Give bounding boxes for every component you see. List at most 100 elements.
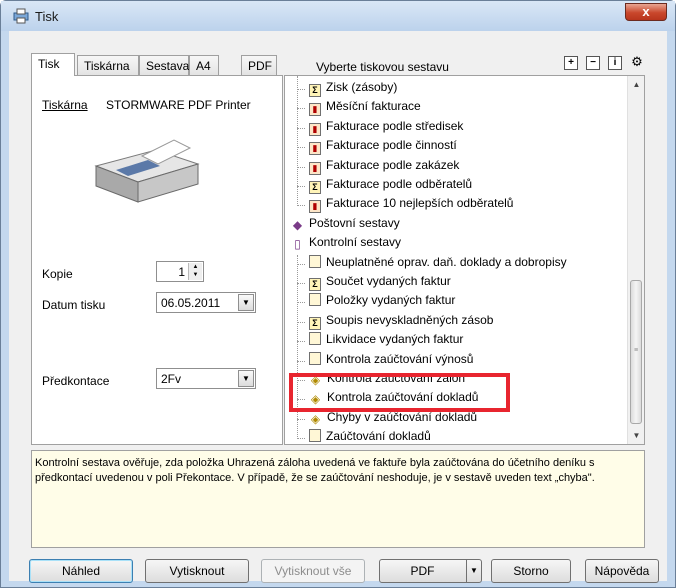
tree-item[interactable]: Zaúčtování dokladů (309, 429, 431, 444)
tab-tiskarna[interactable]: Tiskárna (77, 55, 139, 75)
book-icon: ◆ (292, 217, 303, 232)
tree-connector (297, 418, 305, 420)
window-title: Tisk (35, 9, 59, 24)
tree-item-label: Měsíční fakturace (326, 99, 421, 114)
info-icon[interactable]: i (608, 56, 622, 70)
chevron-down-icon[interactable]: ▼ (466, 560, 481, 582)
tree-connector (297, 166, 305, 168)
tree-connector (297, 205, 305, 207)
tree-item[interactable]: Σ Zisk (zásoby) (309, 80, 397, 98)
collapse-icon[interactable]: − (586, 56, 600, 70)
print-all-button[interactable]: Vytisknout vše (261, 559, 365, 583)
tree-item-label: Fakturace podle činností (326, 138, 457, 153)
chevron-down-icon[interactable]: ▼ (238, 370, 254, 387)
tab-tisk[interactable]: Tisk (31, 53, 75, 76)
copies-label: Kopie (42, 267, 73, 281)
tree-item-label: Položky vydaných faktur (326, 293, 456, 308)
scroll-thumb[interactable]: ≡ (630, 280, 642, 424)
document-icon (309, 254, 321, 268)
tree-item[interactable]: Neuplatněné oprav. daň. doklady a dobrop… (309, 254, 567, 273)
copies-stepper[interactable]: 1 ▲ ▼ (156, 261, 204, 282)
tree-item-label: Neuplatněné oprav. daň. doklady a dobrop… (326, 254, 567, 269)
tree-item-label: Zisk (zásoby) (326, 80, 398, 94)
tree-item-label: Fakturace podle středisek (326, 118, 464, 133)
help-button[interactable]: Nápověda (585, 559, 659, 583)
tree-item[interactable]: ▮ Fakturace podle činností (309, 138, 457, 156)
tab-sestava[interactable]: Sestava (139, 55, 189, 75)
tree-connector (297, 76, 298, 207)
preview-button[interactable]: Náhled (29, 559, 133, 583)
tree-item-label: Likvidace vydaných faktur (326, 332, 464, 347)
tree-item[interactable]: Kontrola zaúčtování výnosů (309, 351, 474, 370)
tree-item[interactable]: ◈ Chyby v zaúčtování dokladů (309, 410, 477, 428)
print-dialog-window: Tisk x Tisk Tiskárna Sestava A4 PDF Vybe… (0, 0, 676, 588)
tree-connector (297, 302, 305, 304)
tree-connector (297, 438, 305, 440)
chart-report-icon: ▮ (309, 161, 321, 175)
tree-item-label: Součet vydaných faktur (326, 274, 451, 288)
report-section-label: Vyberte tiskovou sestavu (316, 60, 449, 74)
tree-item[interactable]: Položky vydaných faktur (309, 293, 455, 311)
tree-connector (297, 360, 305, 362)
print-date-combo[interactable]: 06.05.2011 ▼ (156, 292, 256, 313)
tree-item-label: Zaúčtování dokladů (326, 429, 431, 444)
tree-item-label: Soupis nevyskladněných zásob (326, 312, 494, 327)
tree-item[interactable]: Σ Soupis nevyskladněných zásob (309, 313, 493, 331)
tree-scrollbar[interactable]: ▲ ≡ ▼ (627, 76, 644, 444)
tree-item[interactable]: ▮ Fakturace 10 nejlepších odběratelů (309, 196, 513, 214)
chevron-down-icon[interactable]: ▼ (238, 294, 254, 311)
tree-connector (297, 147, 305, 149)
sum-report-icon: Σ (309, 181, 321, 194)
tab-a4[interactable]: A4 (189, 55, 219, 75)
tree-connector (297, 89, 305, 90)
open-book-icon: ▯ (294, 237, 301, 252)
expand-icon[interactable]: + (564, 56, 578, 70)
scroll-up-icon[interactable]: ▲ (628, 76, 644, 93)
print-settings-panel: Tiskárna STORMWARE PDF Printer Kopie 1 ▲… (31, 75, 283, 445)
tab-pdf[interactable]: PDF (241, 55, 277, 75)
document-icon (309, 293, 321, 307)
stepper-arrows-icon[interactable]: ▲ ▼ (188, 263, 202, 280)
pdf-button[interactable]: PDF ▼ (379, 559, 482, 583)
dialog-body: Tisk Tiskárna Sestava A4 PDF Vyberte tis… (9, 31, 667, 583)
tree-connector (297, 127, 305, 129)
tree-item[interactable]: Σ Součet vydaných faktur (309, 274, 451, 292)
tree-item-label: Kontrolní sestavy (309, 235, 402, 250)
print-date-label: Datum tisku (42, 298, 106, 312)
document-icon (309, 332, 321, 346)
tree-connector (297, 283, 305, 284)
chart-report-icon: ▮ (309, 122, 321, 136)
selection-highlight-frame (289, 373, 510, 412)
chart-report-icon: ▮ (309, 200, 321, 214)
printer-app-icon (13, 8, 29, 24)
tree-item-label: Kontrola zaúčtování výnosů (326, 351, 474, 366)
sum-report-icon: Σ (309, 316, 321, 330)
tree-item[interactable]: ▮ Měsíční fakturace (309, 99, 421, 117)
sum-report-icon: Σ (309, 84, 321, 97)
tree-connector (297, 341, 305, 343)
title-bar[interactable]: Tisk x (1, 1, 675, 31)
sum-report-icon: Σ (309, 278, 321, 291)
tree-item[interactable]: ◆ Poštovní sestavy (291, 216, 400, 234)
scroll-down-icon[interactable]: ▼ (628, 427, 644, 444)
tree-item[interactable]: Likvidace vydaných faktur (309, 332, 463, 350)
copies-value: 1 (178, 265, 185, 279)
tree-item[interactable]: ▮ Fakturace podle zakázek (309, 158, 459, 176)
printer-label[interactable]: Tiskárna (42, 98, 88, 112)
document-icon (309, 351, 321, 365)
grip-icon: ≡ (634, 347, 639, 354)
tree-item[interactable]: ▮ Fakturace podle středisek (309, 119, 463, 137)
tree-connector (297, 108, 305, 110)
close-button[interactable]: x (625, 3, 667, 21)
precontation-combo[interactable]: 2Fv ▼ (156, 368, 256, 389)
printer-name: STORMWARE PDF Printer (106, 98, 251, 112)
tree-item[interactable]: Σ Fakturace podle odběratelů (309, 177, 472, 195)
settings-icon[interactable]: ⚙ (630, 55, 644, 70)
pdf-button-label: PDF (410, 564, 435, 578)
tree-item-label: Fakturace 10 nejlepších odběratelů (326, 196, 514, 211)
print-date-value: 06.05.2011 (161, 296, 221, 310)
tree-connector (297, 321, 305, 323)
print-button[interactable]: Vytisknout (145, 559, 249, 583)
cancel-button[interactable]: Storno (491, 559, 571, 583)
tree-item[interactable]: ▯ Kontrolní sestavy (291, 235, 401, 253)
